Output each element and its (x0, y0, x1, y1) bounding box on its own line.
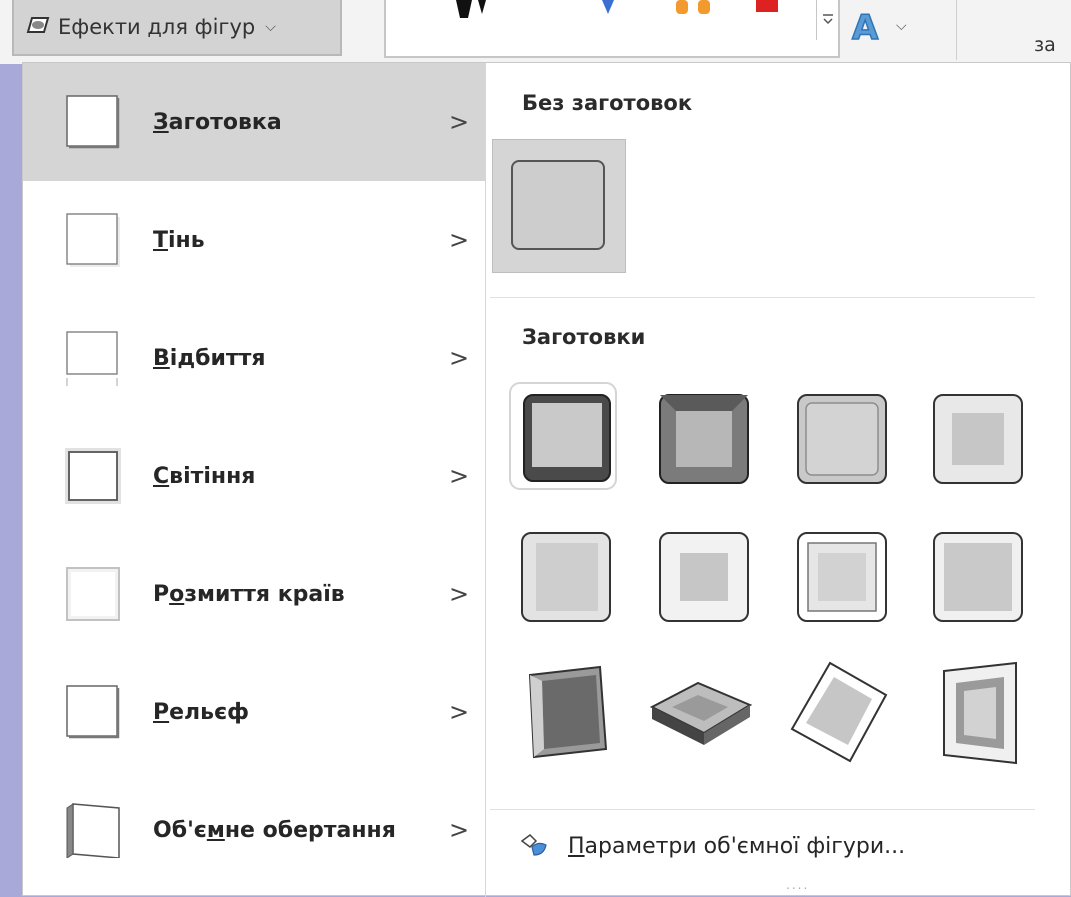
shape-effects-menu: Заготовка > Тінь > Відбиття > Світіння >… (22, 62, 1071, 897)
menu-item-label: Світіння (153, 463, 256, 489)
3d-options-label: Параметри об'ємної фігури... (568, 833, 906, 859)
bevel-preset-angle[interactable] (508, 519, 618, 629)
chevron-right-icon: > (449, 226, 470, 254)
bevel-preset-convex[interactable] (784, 519, 894, 629)
menu-item-glow[interactable]: Світіння > (23, 417, 485, 535)
preset-none-swatch (511, 160, 605, 250)
chevron-right-icon: > (449, 462, 470, 490)
bevel-preset-hard-edge[interactable] (784, 657, 894, 767)
chevron-right-icon: > (449, 344, 470, 372)
bevel-preset-cross[interactable] (784, 381, 894, 491)
shadow-effect-icon (66, 213, 120, 267)
bevel-preset-relaxed-inset[interactable] (646, 381, 756, 491)
menu-item-preset[interactable]: Заготовка > (23, 63, 485, 181)
presets-heading: Заготовки (522, 325, 646, 349)
ribbon: Ефекти для фігур ⌵ A ⌵ за (0, 0, 1071, 64)
shape-effects-button[interactable]: Ефекти для фігур ⌵ (12, 0, 342, 56)
menu-item-label: Об'ємне обертання (153, 817, 396, 843)
gallery-more-button[interactable] (816, 0, 839, 40)
menu-item-label: Рельєф (153, 699, 249, 725)
preset-effect-icon (66, 95, 120, 149)
bevel-preset-slope[interactable] (920, 519, 1030, 629)
reflection-effect-icon (66, 331, 118, 386)
menu-item-bevel[interactable]: Рельєф > (23, 653, 485, 771)
chevron-down-icon[interactable]: ⌵ (896, 18, 907, 34)
shape-effects-label: Ефекти для фігур (58, 15, 256, 39)
ribbon-partial-label: за (1034, 34, 1056, 56)
bevel-preset-divot[interactable] (508, 657, 618, 767)
chevron-right-icon: > (449, 580, 470, 608)
bevel-effect-icon (66, 685, 120, 739)
menu-item-3d-rotation[interactable]: Об'ємне обертання > (23, 771, 485, 889)
3d-rotation-icon (66, 803, 120, 858)
menu-item-reflection[interactable]: Відбиття > (23, 299, 485, 417)
menu-item-soft-edges[interactable]: Розмиття країв > (23, 535, 485, 653)
gallery-preview-glyphs (456, 0, 778, 18)
chevron-down-icon: ⌵ (265, 19, 276, 35)
resize-grip[interactable]: .... (786, 878, 809, 892)
soft-edges-icon (66, 567, 120, 621)
glow-effect-icon (65, 448, 121, 504)
bevel-presets-pane: Без заготовок Заготовки Параметри об'ємн… (486, 63, 1071, 897)
bevel-preset-circle[interactable] (508, 381, 618, 491)
menu-item-label: Відбиття (153, 345, 266, 371)
wordart-styles-gallery[interactable] (384, 0, 840, 58)
ribbon-divider (956, 0, 957, 60)
bevel-preset-riblet[interactable] (646, 657, 756, 767)
chevron-right-icon: > (449, 108, 470, 136)
bevel-preset-soft-round[interactable] (646, 519, 756, 629)
3d-format-icon (520, 834, 547, 856)
no-presets-heading: Без заготовок (522, 91, 693, 115)
text-fill-icon[interactable]: A (851, 7, 879, 49)
section-divider (490, 809, 1035, 810)
shape-effects-icon (26, 14, 52, 41)
bevel-preset-cool-slant[interactable] (920, 381, 1030, 491)
menu-item-label: Заготовка (153, 109, 282, 135)
preset-none-tile[interactable] (492, 139, 626, 273)
3d-options-link[interactable]: Параметри об'ємної фігури... (520, 833, 905, 859)
menu-item-shadow[interactable]: Тінь > (23, 181, 485, 299)
menu-item-label: Розмиття країв (153, 581, 345, 607)
section-divider (490, 297, 1035, 298)
effects-list: Заготовка > Тінь > Відбиття > Світіння >… (23, 63, 486, 897)
chevron-right-icon: > (449, 698, 470, 726)
menu-item-label: Тінь (153, 227, 205, 253)
bevel-preset-art-deco[interactable] (920, 657, 1030, 767)
chevron-right-icon: > (449, 816, 470, 844)
